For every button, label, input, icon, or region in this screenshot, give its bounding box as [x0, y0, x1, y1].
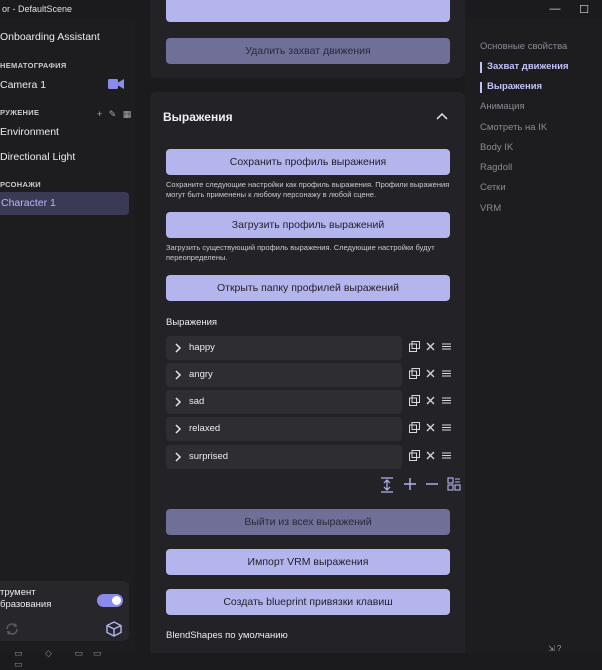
- expression-name: surprised: [189, 451, 229, 462]
- chevron-right-icon[interactable]: [174, 370, 182, 380]
- drag-handle-icon[interactable]: [441, 368, 452, 379]
- expression-name: relaxed: [189, 423, 221, 434]
- section-actions-icons[interactable]: + ✎ ▦: [97, 109, 133, 120]
- maximize-button[interactable]: ☐: [574, 2, 594, 16]
- tool-label-line2: бразования: [0, 599, 52, 610]
- window-title: or - DefaultScene: [2, 4, 73, 14]
- expression-name: sad: [189, 396, 205, 407]
- expression-row[interactable]: sad: [166, 390, 402, 414]
- sidebar-item-environment[interactable]: Environment: [0, 126, 59, 138]
- expressions-card: Выражения Сохранить профиль выражения Со…: [150, 92, 465, 653]
- chevron-right-icon[interactable]: [174, 343, 182, 353]
- duplicate-icon[interactable]: [409, 341, 420, 352]
- expression-row-actions: [409, 422, 454, 436]
- bottom-toolbar-icons[interactable]: ▭ ◇ ▭▭ ▭: [14, 648, 135, 670]
- blendshapes-label: BlendShapes по умолчанию: [166, 630, 288, 641]
- chevron-up-icon[interactable]: [436, 111, 448, 121]
- expression-row-actions: [409, 450, 454, 464]
- expression-row-actions: [409, 368, 454, 382]
- nav-item-meshes[interactable]: Сетки: [480, 182, 506, 193]
- duplicate-icon[interactable]: [409, 368, 420, 379]
- drag-handle-icon[interactable]: [441, 395, 452, 406]
- remove-capture-button[interactable]: Удалить захват движения: [166, 38, 450, 64]
- close-icon[interactable]: [425, 422, 436, 433]
- expression-name: happy: [189, 342, 215, 353]
- nav-item-vrm[interactable]: VRM: [480, 203, 501, 214]
- drag-handle-icon[interactable]: [441, 341, 452, 352]
- close-icon[interactable]: [425, 368, 436, 379]
- chevron-right-icon[interactable]: [174, 424, 182, 434]
- nav-item-body-ik[interactable]: Body IK: [480, 142, 513, 153]
- expressions-list-label: Выражения: [166, 317, 218, 328]
- duplicate-icon[interactable]: [409, 422, 420, 433]
- chevron-right-icon[interactable]: [174, 452, 182, 462]
- minimize-button[interactable]: —: [545, 2, 565, 16]
- nav-active-indicator: [480, 82, 482, 93]
- section-cinematography: НЕМАТОГРАФИЯ: [0, 61, 67, 70]
- sidebar-item-camera[interactable]: Camera 1: [0, 79, 46, 91]
- import-vrm-button[interactable]: Импорт VRM выражения: [166, 549, 450, 575]
- scene-sidebar: Onboarding Assistant НЕМАТОГРАФИЯ Camera…: [0, 18, 135, 669]
- chevron-right-icon[interactable]: [174, 397, 182, 407]
- tool-label: трумент бразования: [0, 587, 51, 611]
- add-icon[interactable]: [403, 477, 417, 491]
- create-blueprint-button[interactable]: Создать blueprint привязки клавиш: [166, 589, 450, 615]
- expression-row[interactable]: happy: [166, 336, 402, 360]
- rotate-icon[interactable]: [4, 621, 20, 637]
- motion-capture-card: Удалить захват движения: [150, 0, 465, 78]
- sidebar-item-character[interactable]: Character 1: [0, 192, 129, 215]
- expression-row-actions: [409, 341, 454, 355]
- expression-list-toolbar: [380, 477, 461, 495]
- inspector-main: Удалить захват движения Выражения Сохран…: [135, 0, 465, 653]
- close-icon[interactable]: [425, 450, 436, 461]
- duplicate-icon[interactable]: [409, 395, 420, 406]
- collapse-all-icon[interactable]: [380, 477, 394, 493]
- save-profile-button[interactable]: Сохранить профиль выражения: [166, 149, 450, 175]
- expression-row-actions: [409, 395, 454, 409]
- save-profile-help: Сохраните следующие настройки как профил…: [166, 180, 450, 199]
- load-profile-button[interactable]: Загрузить профиль выражений: [166, 212, 450, 238]
- section-environment: РУЖЕНИЕ: [0, 108, 40, 117]
- nav-active-indicator: [480, 62, 482, 73]
- drag-handle-icon[interactable]: [441, 450, 452, 461]
- open-folder-button[interactable]: Открыть папку профилей выражений: [166, 275, 450, 301]
- nav-item-basic-properties[interactable]: Основные свойства: [480, 41, 567, 52]
- sidebar-item-directional-light[interactable]: Directional Light: [0, 151, 75, 163]
- motion-capture-top-button[interactable]: [166, 0, 450, 22]
- exit-all-expressions-button[interactable]: Выйти из всех выражений: [166, 509, 450, 535]
- cube-icon[interactable]: [106, 621, 122, 637]
- expressions-title: Выражения: [163, 110, 233, 124]
- tool-label-line1: трумент: [0, 587, 36, 598]
- sidebar-item-onboarding[interactable]: Onboarding Assistant: [0, 31, 100, 43]
- section-characters: РСОНАЖИ: [0, 180, 41, 189]
- expression-name: angry: [189, 369, 213, 380]
- expression-row[interactable]: angry: [166, 363, 402, 387]
- nav-item-animation[interactable]: Анимация: [480, 101, 525, 112]
- help-icon[interactable]: ⇲ ?: [548, 644, 561, 653]
- drag-handle-icon[interactable]: [441, 422, 452, 433]
- close-icon[interactable]: [425, 395, 436, 406]
- nav-item-ragdoll[interactable]: Ragdoll: [480, 162, 512, 173]
- nav-item-motion-capture[interactable]: Захват движения: [487, 61, 569, 72]
- expression-row[interactable]: surprised: [166, 445, 402, 469]
- transform-toggle[interactable]: [97, 594, 123, 607]
- close-icon[interactable]: [425, 341, 436, 352]
- sidebar-item-character-label: Character 1: [1, 197, 56, 209]
- nav-item-look-at-ik[interactable]: Смотреть на IK: [480, 122, 547, 133]
- nav-item-expressions[interactable]: Выражения: [487, 81, 542, 92]
- video-camera-icon: [108, 79, 124, 89]
- grid-view-icon[interactable]: [447, 477, 461, 491]
- transform-tool-panel: трумент бразования: [0, 581, 129, 641]
- load-profile-help: Загрузить существующий профиль выражения…: [166, 243, 435, 262]
- section-navigation: Основные свойства Захват движения Выраже…: [465, 18, 602, 653]
- duplicate-icon[interactable]: [409, 450, 420, 461]
- expression-row[interactable]: relaxed: [166, 417, 402, 441]
- remove-icon[interactable]: [425, 477, 439, 491]
